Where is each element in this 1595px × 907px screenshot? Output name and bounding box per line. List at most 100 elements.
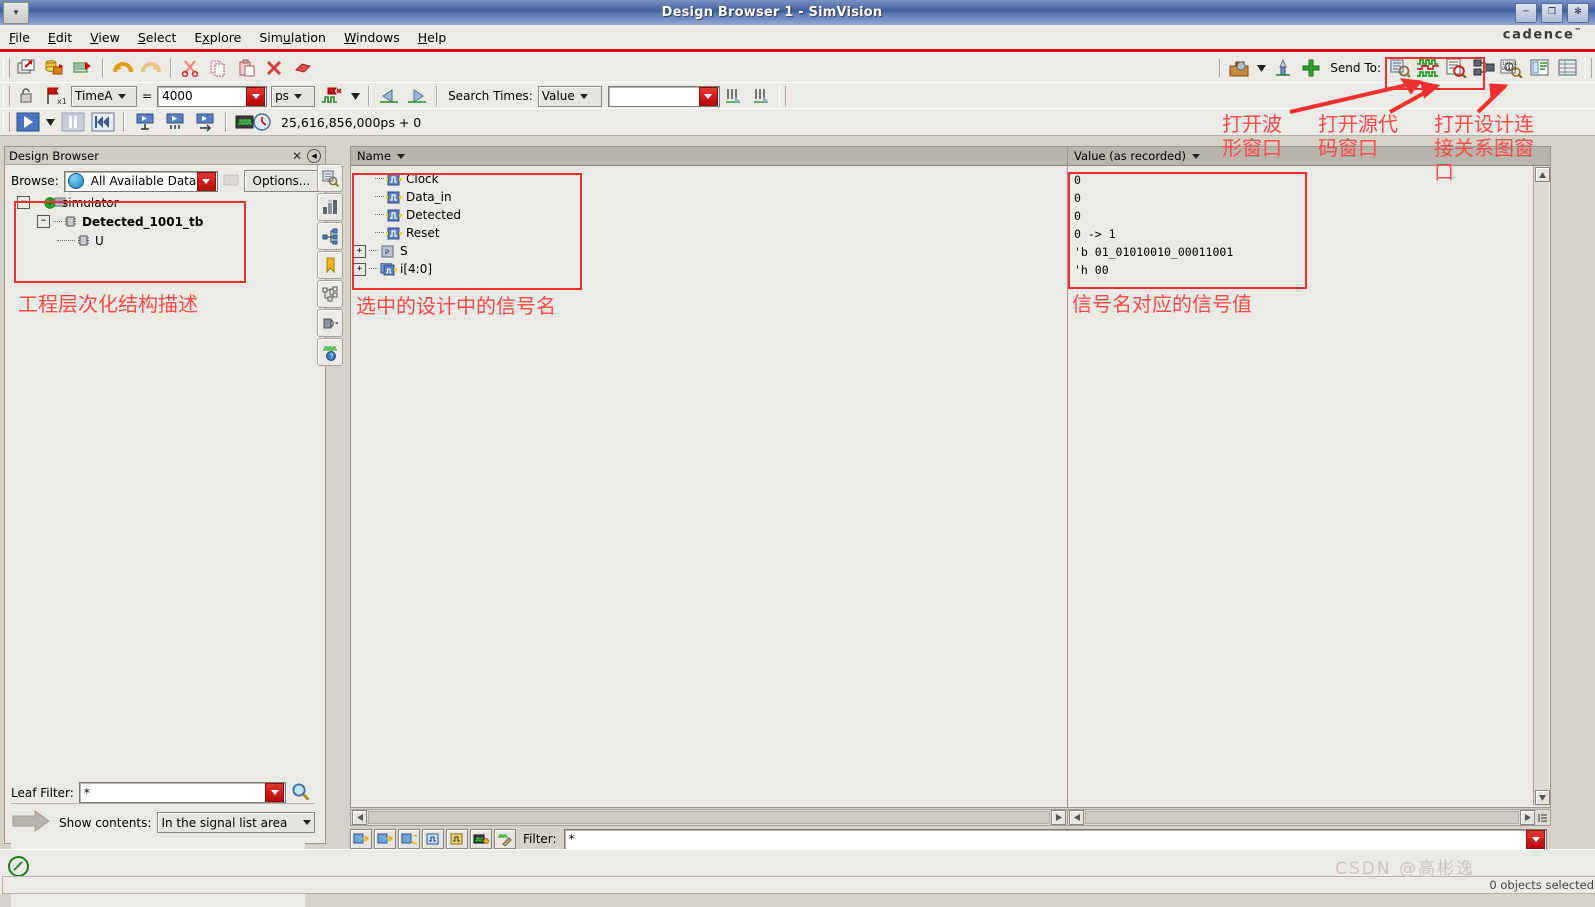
show-contents-select[interactable]: In the signal list area (157, 812, 315, 833)
search-input[interactable] (607, 85, 720, 107)
copy-icon[interactable] (206, 56, 232, 80)
search-prev-icon[interactable] (721, 84, 747, 108)
cut-icon[interactable] (178, 56, 204, 80)
open-database-icon[interactable] (42, 56, 68, 80)
collapse-all-icon[interactable] (374, 829, 396, 849)
browse-select[interactable]: All Available Data (63, 170, 218, 192)
send-to-register-icon[interactable]: 10101 01101 1 (1499, 56, 1525, 80)
bookmark-icon[interactable] (317, 251, 343, 279)
magnifier-icon[interactable] (291, 782, 311, 803)
toolbar-grip[interactable] (3, 86, 10, 106)
collapse-icon[interactable]: ◀ (307, 148, 321, 163)
row-expander[interactable]: + (353, 262, 366, 276)
edit-filter-icon[interactable] (494, 829, 516, 849)
dropdown-arrow-icon[interactable] (246, 86, 266, 106)
signal-list-hscrollbar[interactable] (350, 809, 1068, 826)
menu-select[interactable]: Select (129, 28, 186, 47)
scroll-up-icon[interactable] (1535, 167, 1550, 182)
toolbox-icon[interactable] (1227, 56, 1253, 80)
resize-grip-icon[interactable] (1536, 813, 1550, 823)
expand-all-icon[interactable] (350, 829, 372, 849)
find-scope-icon[interactable] (317, 164, 343, 192)
scroll-right-icon[interactable] (1051, 810, 1066, 825)
tree-structure-icon[interactable] (317, 280, 343, 308)
search-next-icon[interactable] (749, 84, 775, 108)
row-expander[interactable]: + (353, 244, 366, 258)
value-list-vscrollbar[interactable] (1533, 166, 1550, 806)
paste-icon[interactable] (234, 56, 260, 80)
delete-icon[interactable] (262, 56, 288, 80)
menu-explore[interactable]: Explore (185, 28, 250, 47)
signal-row-data-in[interactable]: Data_in (351, 188, 1067, 206)
minimize-button[interactable]: ─ (1515, 2, 1537, 23)
time-unit-select[interactable]: ps (271, 85, 316, 107)
redo-icon[interactable] (138, 56, 164, 80)
dropdown-arrow-icon[interactable] (265, 783, 284, 802)
new-window-icon[interactable] (14, 56, 40, 80)
signal-list-column-header[interactable]: Name (351, 147, 1067, 166)
leaf-filter-input[interactable]: * (78, 782, 286, 803)
menu-windows[interactable]: Windows (335, 28, 409, 47)
signal-row-detected[interactable]: Detected (351, 206, 1067, 224)
rewind-icon[interactable] (89, 110, 117, 134)
maximize-button[interactable]: ❐ (1541, 2, 1563, 23)
erase-icon[interactable] (290, 56, 316, 80)
send-to-list-icon[interactable] (1555, 56, 1581, 80)
prev-transition-icon[interactable] (376, 84, 402, 108)
lock-icon[interactable] (14, 84, 40, 108)
step-into-icon[interactable] (131, 110, 159, 134)
close-icon[interactable]: ✕ (292, 149, 302, 163)
next-transition-icon[interactable] (404, 84, 430, 108)
fanout-icon[interactable] (317, 222, 343, 250)
menu-help[interactable]: Help (409, 28, 456, 47)
sort-arrow-icon[interactable] (1192, 153, 1201, 159)
undo-icon[interactable] (110, 56, 136, 80)
scroll-left-icon[interactable] (352, 810, 367, 825)
time-name-select[interactable]: TimeA (71, 85, 137, 107)
time-value-input[interactable]: 4000 (157, 85, 268, 107)
step-over-icon[interactable] (161, 110, 189, 134)
send-to-schematic-icon[interactable] (1471, 56, 1497, 80)
tree-node-simulator[interactable]: − simulator (11, 193, 305, 212)
show-bus-icon[interactable] (446, 829, 468, 849)
menu-view[interactable]: View (81, 28, 129, 47)
window-menu-button[interactable]: ▾ (3, 1, 29, 24)
add-signal-icon[interactable] (1298, 56, 1324, 80)
play-icon[interactable] (14, 110, 42, 134)
dropdown-arrow-icon[interactable] (1526, 829, 1545, 849)
menu-simulation[interactable]: Simulation (250, 28, 335, 47)
hierarchy-icon[interactable] (317, 193, 343, 221)
tree-node-u[interactable]: U (11, 231, 305, 250)
scroll-right-icon[interactable] (1520, 810, 1535, 825)
menu-file[interactable]: File (0, 28, 39, 47)
value-list-hscrollbar[interactable] (1067, 809, 1551, 826)
close-button[interactable]: ✻ (1567, 2, 1589, 23)
tree-expander[interactable]: − (17, 196, 30, 209)
toolbar-grip-end[interactable] (1585, 58, 1592, 78)
simulation-time-icon[interactable] (233, 110, 275, 134)
driver-icon[interactable] (317, 309, 343, 337)
show-memory-icon[interactable] (470, 829, 492, 849)
scope-filter-icon[interactable] (223, 172, 239, 191)
search-mode-select[interactable]: Value (537, 85, 602, 107)
waveform-marker-icon[interactable] (319, 84, 347, 108)
signal-row-s[interactable]: + P S (351, 242, 1067, 260)
toolbar-grip[interactable] (3, 112, 10, 132)
filter-input[interactable]: * (563, 828, 1547, 850)
signal-row-i[interactable]: + i[4:0] (351, 260, 1067, 278)
send-to-source-icon[interactable] (1443, 56, 1469, 80)
scroll-down-icon[interactable] (1535, 790, 1550, 805)
toolbar-grip-end[interactable] (778, 86, 786, 106)
dropdown-arrow-icon[interactable] (1255, 56, 1268, 80)
send-to-memory-icon[interactable] (1527, 56, 1553, 80)
send-to-browser-icon[interactable] (1387, 56, 1413, 80)
toolbar-grip[interactable] (3, 58, 10, 78)
time-marker-icon[interactable]: x1 (42, 84, 70, 108)
tree-expander[interactable]: − (37, 215, 50, 228)
probe-icon[interactable] (1270, 56, 1296, 80)
scroll-left-icon[interactable] (1069, 810, 1084, 825)
hscroll-track[interactable] (368, 811, 1050, 824)
waveform-help-icon[interactable]: ? (317, 338, 343, 366)
tree-node-detected-1001-tb[interactable]: − Detected_1001_tb (11, 212, 305, 231)
dropdown-arrow-icon[interactable] (196, 171, 216, 191)
